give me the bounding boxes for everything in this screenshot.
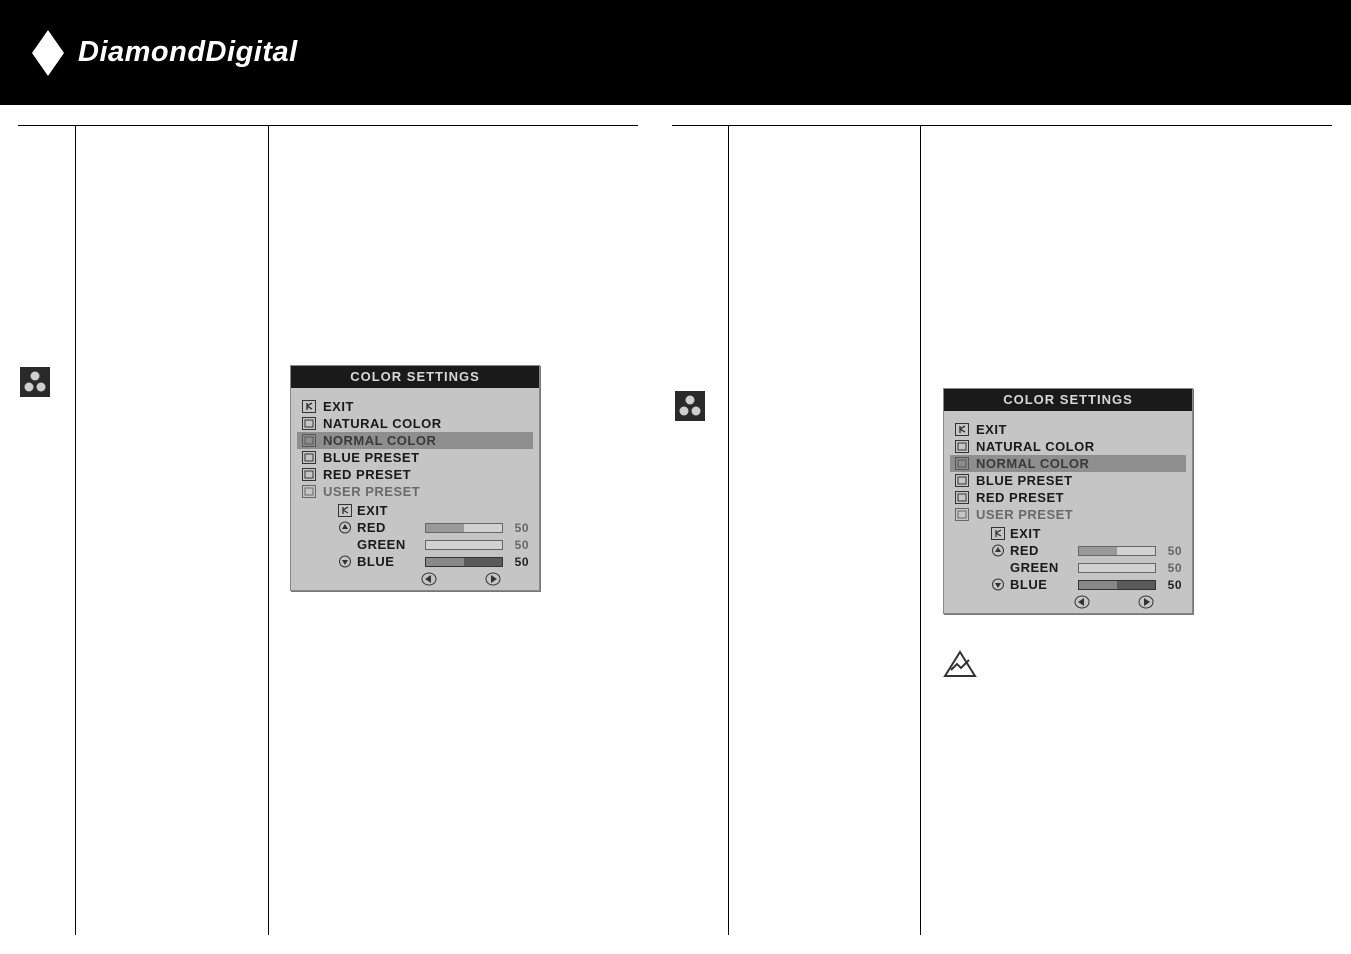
right-arrow-icon[interactable] (485, 572, 501, 586)
enter-icon (954, 491, 970, 505)
green-value: 50 (509, 538, 529, 552)
osd-body: EXIT NATURAL COLOR NORMAL COLOR BLUE PRE… (944, 411, 1192, 613)
osd-item-label: NORMAL COLOR (976, 456, 1089, 471)
divider-line (18, 125, 638, 126)
divider-line (920, 125, 921, 935)
osd-item-label: EXIT (323, 399, 354, 414)
osd-item-label: USER PRESET (976, 507, 1073, 522)
exit-icon (301, 400, 317, 414)
color-settings-icon (20, 367, 50, 397)
divider-line (75, 125, 76, 935)
brand-title: DiamondDigital (78, 36, 298, 69)
red-bar (1078, 546, 1156, 556)
sub-label: BLUE (1010, 577, 1068, 592)
osd-item-red-preset[interactable]: RED PRESET (301, 466, 529, 483)
osd-item-label: BLUE PRESET (976, 473, 1073, 488)
note-icon (943, 650, 977, 683)
enter-icon (301, 417, 317, 431)
osd-title: COLOR SETTINGS (291, 366, 539, 388)
user-preset-sub: EXIT RED 50 GREEN (301, 502, 529, 586)
sub-label: GREEN (1010, 560, 1068, 575)
sub-green[interactable]: GREEN 50 (990, 559, 1182, 576)
osd-panel-right: COLOR SETTINGS EXIT NATURAL COLOR NORMAL… (943, 388, 1193, 614)
osd-item-user-preset[interactable]: USER PRESET (954, 506, 1182, 523)
sub-red[interactable]: RED 50 (337, 519, 529, 536)
osd-item-label: BLUE PRESET (323, 450, 420, 465)
sub-red[interactable]: RED 50 (990, 542, 1182, 559)
green-value: 50 (1162, 561, 1182, 575)
left-arrow-icon[interactable] (421, 572, 437, 586)
blue-bar (425, 557, 503, 567)
enter-icon (301, 468, 317, 482)
exit-icon (990, 527, 1006, 541)
osd-item-red-preset[interactable]: RED PRESET (954, 489, 1182, 506)
exit-icon (337, 504, 353, 518)
red-bar (425, 523, 503, 533)
osd-title: COLOR SETTINGS (944, 389, 1192, 411)
down-arrow-icon (990, 578, 1006, 592)
enter-icon (301, 485, 317, 499)
osd-item-natural[interactable]: NATURAL COLOR (301, 415, 529, 432)
arrow-row (990, 595, 1182, 609)
red-value: 50 (1162, 544, 1182, 558)
sub-blue[interactable]: BLUE 50 (990, 576, 1182, 593)
diamond-icon (30, 28, 66, 78)
arrow-row (337, 572, 529, 586)
up-arrow-icon (990, 544, 1006, 558)
enter-icon (301, 451, 317, 465)
osd-item-natural[interactable]: NATURAL COLOR (954, 438, 1182, 455)
blue-value: 50 (509, 555, 529, 569)
right-arrow-icon[interactable] (1138, 595, 1154, 609)
sub-label: RED (357, 520, 415, 535)
osd-item-label: NORMAL COLOR (323, 433, 436, 448)
color-settings-icon (675, 391, 705, 421)
sub-label: BLUE (357, 554, 415, 569)
enter-icon (301, 434, 317, 448)
exit-icon (954, 423, 970, 437)
osd-item-label: RED PRESET (976, 490, 1064, 505)
sub-exit[interactable]: EXIT (337, 502, 529, 519)
divider-line (268, 125, 269, 935)
page-content: COLOR SETTINGS EXIT NATURAL COLOR NORMAL… (0, 105, 1351, 954)
osd-item-exit[interactable]: EXIT (301, 398, 529, 415)
sub-green[interactable]: GREEN 50 (337, 536, 529, 553)
osd-item-blue-preset[interactable]: BLUE PRESET (301, 449, 529, 466)
page-header: DiamondDigital (0, 0, 1351, 105)
enter-icon (954, 508, 970, 522)
sub-label: EXIT (357, 503, 388, 518)
enter-icon (954, 474, 970, 488)
red-value: 50 (509, 521, 529, 535)
divider-line (672, 125, 1332, 126)
osd-item-label: EXIT (976, 422, 1007, 437)
osd-item-normal[interactable]: NORMAL COLOR (950, 455, 1186, 472)
user-preset-sub: EXIT RED 50 GREEN (954, 525, 1182, 609)
enter-icon (954, 457, 970, 471)
green-bar (425, 540, 503, 550)
sub-exit[interactable]: EXIT (990, 525, 1182, 542)
up-arrow-icon (337, 521, 353, 535)
enter-icon (954, 440, 970, 454)
left-arrow-icon[interactable] (1074, 595, 1090, 609)
divider-line (728, 125, 729, 935)
osd-item-label: NATURAL COLOR (323, 416, 442, 431)
osd-item-label: NATURAL COLOR (976, 439, 1095, 454)
sub-blue[interactable]: BLUE 50 (337, 553, 529, 570)
sub-label: GREEN (357, 537, 415, 552)
green-bar (1078, 563, 1156, 573)
osd-item-blue-preset[interactable]: BLUE PRESET (954, 472, 1182, 489)
down-arrow-icon (337, 555, 353, 569)
osd-item-label: RED PRESET (323, 467, 411, 482)
blue-value: 50 (1162, 578, 1182, 592)
blank-icon (990, 561, 1006, 575)
osd-item-label: USER PRESET (323, 484, 420, 499)
blank-icon (337, 538, 353, 552)
osd-item-user-preset[interactable]: USER PRESET (301, 483, 529, 500)
sub-label: EXIT (1010, 526, 1041, 541)
osd-item-normal[interactable]: NORMAL COLOR (297, 432, 533, 449)
osd-item-exit[interactable]: EXIT (954, 421, 1182, 438)
blue-bar (1078, 580, 1156, 590)
osd-panel-left: COLOR SETTINGS EXIT NATURAL COLOR NORMAL… (290, 365, 540, 591)
sub-label: RED (1010, 543, 1068, 558)
osd-body: EXIT NATURAL COLOR NORMAL COLOR BLUE PRE… (291, 388, 539, 590)
